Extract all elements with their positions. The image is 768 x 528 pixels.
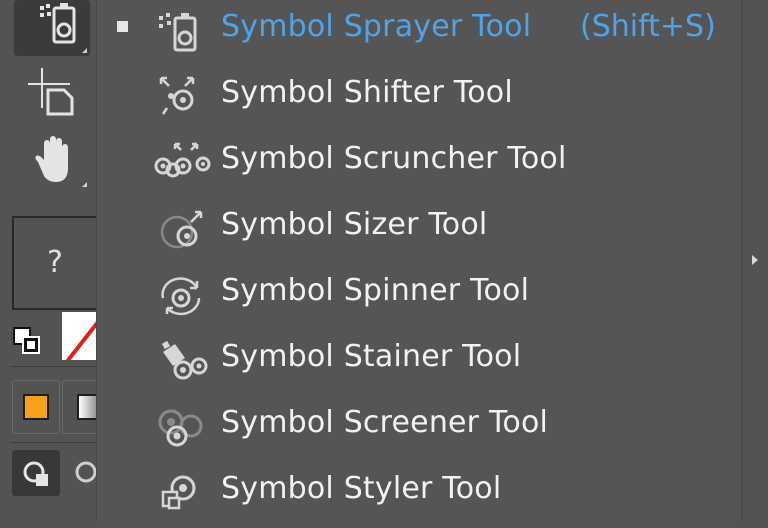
symbol-spinner-icon xyxy=(153,268,211,316)
draw-normal-button[interactable] xyxy=(12,450,60,496)
draw-behind-icon xyxy=(75,461,97,483)
menu-item-label: Symbol Styler Tool xyxy=(221,471,502,506)
symbol-stainer-icon xyxy=(153,334,211,382)
none-color-swatch[interactable] xyxy=(62,312,96,360)
expand-panel-arrow-icon[interactable] xyxy=(752,255,758,265)
draw-normal-icon xyxy=(23,461,48,486)
menu-item-label: Symbol Sprayer Tool xyxy=(221,9,532,44)
symbol-styler-icon xyxy=(153,466,211,514)
menu-item-label: Symbol Scruncher Tool xyxy=(221,141,567,176)
divider xyxy=(10,366,96,367)
menu-item-label: Symbol Sizer Tool xyxy=(221,207,488,242)
fill-color-swatch xyxy=(23,394,49,420)
hand-tool-button[interactable] xyxy=(14,132,90,190)
color-mode-button[interactable] xyxy=(12,380,60,434)
flyout-indicator-icon xyxy=(82,48,87,53)
menu-item-label: Symbol Screener Tool xyxy=(221,405,549,440)
flyout-indicator-icon xyxy=(82,182,87,187)
menu-item-symbol-styler[interactable]: Symbol Styler Tool xyxy=(97,462,743,528)
tools-panel: ? xyxy=(0,0,103,522)
menu-item-symbol-scruncher[interactable]: Symbol Scruncher Tool xyxy=(97,132,743,198)
menu-item-label: Symbol Spinner Tool xyxy=(221,273,530,308)
symbol-sizer-icon xyxy=(153,202,211,250)
menu-item-symbol-spinner[interactable]: Symbol Spinner Tool xyxy=(97,264,743,330)
divider xyxy=(10,442,96,443)
current-tool-marker-icon xyxy=(117,21,128,32)
menu-item-label: Symbol Shifter Tool xyxy=(221,75,513,110)
symbol-sprayer-icon xyxy=(40,3,76,44)
hand-icon xyxy=(35,136,68,182)
symbol-tools-flyout-menu: Symbol Sprayer Tool (Shift+S) Symbol Shi… xyxy=(96,0,742,522)
menu-item-symbol-shifter[interactable]: Symbol Shifter Tool xyxy=(97,66,743,132)
symbol-screener-icon xyxy=(153,400,211,448)
question-mark-label: ? xyxy=(47,245,63,280)
menu-item-symbol-screener[interactable]: Symbol Screener Tool xyxy=(97,396,743,462)
symbol-scruncher-icon xyxy=(153,136,211,184)
menu-item-symbol-sizer[interactable]: Symbol Sizer Tool xyxy=(97,198,743,264)
keyboard-shortcut: (Shift+S) xyxy=(580,9,716,44)
symbol-sprayer-icon xyxy=(153,4,211,52)
default-fill-stroke-icon[interactable] xyxy=(12,326,42,356)
draw-behind-button[interactable] xyxy=(62,450,97,496)
symbol-sprayer-tool-button[interactable] xyxy=(14,0,90,56)
menu-item-label: Symbol Stainer Tool xyxy=(221,339,522,374)
artboard-icon xyxy=(28,68,74,116)
artboard-tool-button[interactable] xyxy=(14,64,90,120)
menu-item-symbol-stainer[interactable]: Symbol Stainer Tool xyxy=(97,330,743,396)
unknown-tool-box[interactable]: ? xyxy=(12,216,96,310)
symbol-shifter-icon xyxy=(153,70,211,118)
menu-item-symbol-sprayer[interactable]: Symbol Sprayer Tool (Shift+S) xyxy=(97,0,743,66)
